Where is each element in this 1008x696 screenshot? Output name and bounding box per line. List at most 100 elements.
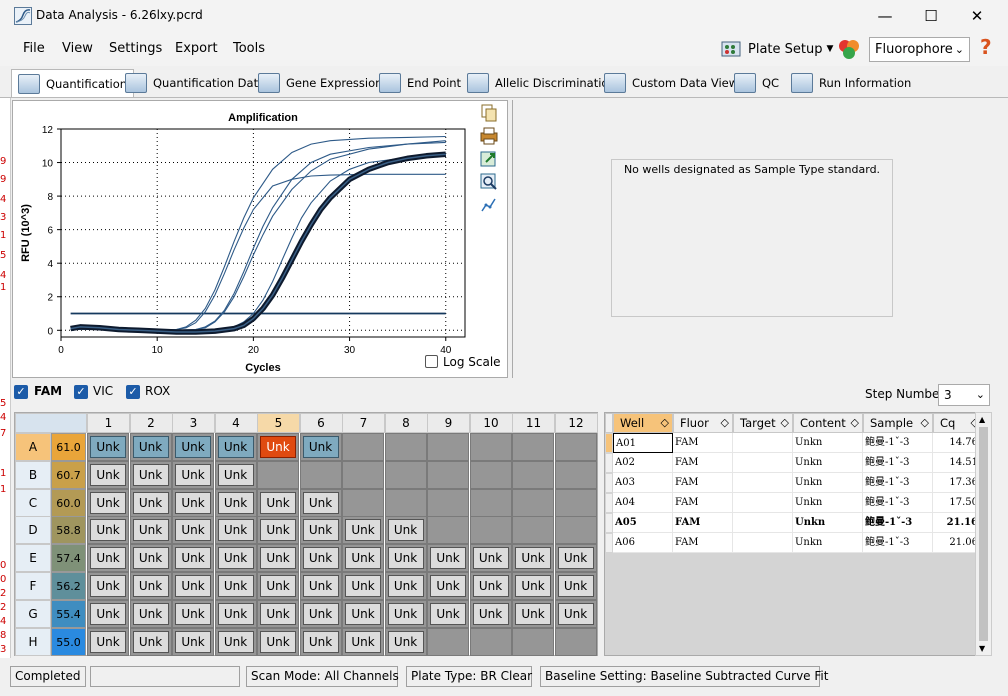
plate-well[interactable]: Unk [299, 627, 342, 656]
table-cell[interactable]: Unkn [793, 453, 863, 473]
plate-well[interactable]: Unk [257, 599, 299, 628]
table-cell[interactable]: 鲍曼-1ˇ-3 [863, 473, 933, 493]
plate-well[interactable]: Unk [214, 599, 257, 628]
plate-well[interactable]: Unk [299, 516, 342, 545]
scroll-down-icon[interactable]: ▼ [979, 644, 985, 653]
table-cell[interactable]: FAM [673, 453, 733, 473]
close-button[interactable]: ✕ [954, 0, 1000, 32]
plate-well[interactable]: Unk [384, 516, 427, 545]
plate-well[interactable] [512, 627, 554, 656]
table-cell[interactable]: Unkn [793, 473, 863, 493]
plate-well[interactable]: Unk [384, 544, 427, 573]
plate-well[interactable] [384, 433, 427, 461]
table-cell[interactable] [733, 433, 793, 453]
table-header-sample[interactable]: Sample ◇ [863, 413, 933, 433]
plate-well[interactable]: Unk [129, 544, 172, 573]
plate-well[interactable]: Unk [87, 516, 129, 545]
plate-well[interactable]: Unk [257, 488, 299, 517]
table-cell[interactable]: Unkn [793, 493, 863, 513]
table-cell[interactable]: 鲍曼-1ˇ-3 [863, 453, 933, 473]
table-cell[interactable]: 鲍曼-1ˇ-3 [863, 493, 933, 513]
plate-well[interactable] [342, 433, 384, 461]
plate-well[interactable]: Unk [129, 460, 172, 489]
plate-well[interactable]: Unk [129, 599, 172, 628]
table-row-selector[interactable] [605, 433, 613, 453]
plate-corner[interactable] [15, 413, 87, 433]
vic-checkbox[interactable]: ✓ [74, 385, 88, 399]
plate-well[interactable] [342, 488, 384, 517]
plate-column-header[interactable]: 3 [172, 413, 215, 433]
table-cell[interactable]: Unkn [793, 513, 863, 533]
plate-well[interactable]: Unk [172, 544, 214, 573]
plate-well[interactable]: Unk [299, 544, 342, 573]
plate-row-header[interactable]: C [15, 488, 51, 517]
plate-well[interactable]: Unk [384, 627, 427, 656]
table-cell[interactable]: A05 [613, 513, 673, 533]
help-icon[interactable]: ? [980, 35, 992, 59]
plate-well[interactable]: Unk [512, 572, 554, 600]
table-cell[interactable] [733, 533, 793, 553]
table-row-selector[interactable] [605, 473, 613, 493]
plate-column-header[interactable]: 7 [342, 413, 385, 433]
plate-column-header[interactable]: 9 [427, 413, 470, 433]
plate-well[interactable] [427, 488, 469, 517]
plate-column-header[interactable]: 8 [384, 413, 428, 433]
plate-well[interactable]: Unk [87, 627, 129, 656]
plate-well[interactable] [427, 516, 469, 545]
menu-export[interactable]: Export [175, 41, 218, 56]
plate-well[interactable]: Unk [172, 460, 214, 489]
plate-well[interactable]: Unk [214, 572, 257, 600]
plate-column-header[interactable]: 6 [299, 413, 343, 433]
sort-icon[interactable]: ◇ [661, 414, 669, 432]
copy-icon[interactable] [480, 104, 498, 122]
plate-well[interactable] [384, 488, 427, 517]
plate-column-header[interactable]: 11 [512, 413, 555, 433]
plate-well[interactable]: Unk [214, 460, 257, 489]
plate-well[interactable]: Unk [427, 572, 469, 600]
plate-well[interactable]: Unk [299, 572, 342, 600]
plate-well[interactable] [469, 460, 512, 489]
menu-tools[interactable]: Tools [233, 41, 265, 56]
tab-qc[interactable]: QC [727, 69, 786, 97]
plate-well[interactable]: Unk [512, 599, 554, 628]
table-cell[interactable]: FAM [673, 493, 733, 513]
minimize-button[interactable]: — [862, 0, 908, 32]
log-scale-checkbox[interactable] [425, 355, 438, 368]
plate-well[interactable]: Unk [427, 544, 469, 573]
plate-well[interactable]: Unk [172, 488, 214, 517]
table-cell[interactable]: Unkn [793, 433, 863, 453]
plate-well[interactable]: Unk [87, 488, 129, 517]
plate-row-header[interactable]: E [15, 544, 51, 573]
plate-row-header[interactable]: F [15, 572, 51, 600]
plate-well[interactable]: Unk [342, 627, 384, 656]
tab-quantification[interactable]: Quantification [11, 69, 135, 97]
plate-well[interactable]: Unk [469, 544, 512, 573]
plate-well[interactable]: Unk [469, 572, 512, 600]
table-cell[interactable]: 鲍曼-1ˇ-3 [863, 533, 933, 553]
plate-well[interactable]: Unk [299, 488, 342, 517]
plate-well[interactable]: Unk [469, 599, 512, 628]
fam-checkbox[interactable]: ✓ [14, 385, 28, 399]
line-style-icon[interactable] [480, 196, 498, 212]
plate-well[interactable] [299, 460, 342, 489]
plate-well[interactable] [342, 460, 384, 489]
plate-row-header[interactable]: H [15, 627, 51, 656]
plate-row-header[interactable]: G [15, 599, 51, 628]
plate-well[interactable]: Unk [257, 516, 299, 545]
plate-well[interactable]: Unk [342, 599, 384, 628]
plate-well[interactable] [554, 433, 597, 461]
plate-well[interactable] [512, 516, 554, 545]
plate-column-header[interactable]: 4 [214, 413, 258, 433]
plate-well[interactable]: Unk [87, 460, 129, 489]
tab-run-information[interactable]: Run Information [784, 69, 918, 97]
plate-column-header[interactable]: 1 [87, 413, 130, 433]
plate-well[interactable]: Unk [129, 488, 172, 517]
plate-well[interactable] [384, 460, 427, 489]
table-cell[interactable]: FAM [673, 533, 733, 553]
table-cell[interactable]: FAM [673, 513, 733, 533]
plate-well[interactable] [469, 488, 512, 517]
tab-custom-data-view[interactable]: Custom Data View [597, 69, 745, 97]
plate-well[interactable]: Unk [214, 488, 257, 517]
plate-well[interactable]: Unk [172, 516, 214, 545]
sort-icon[interactable]: ◇ [781, 414, 789, 432]
